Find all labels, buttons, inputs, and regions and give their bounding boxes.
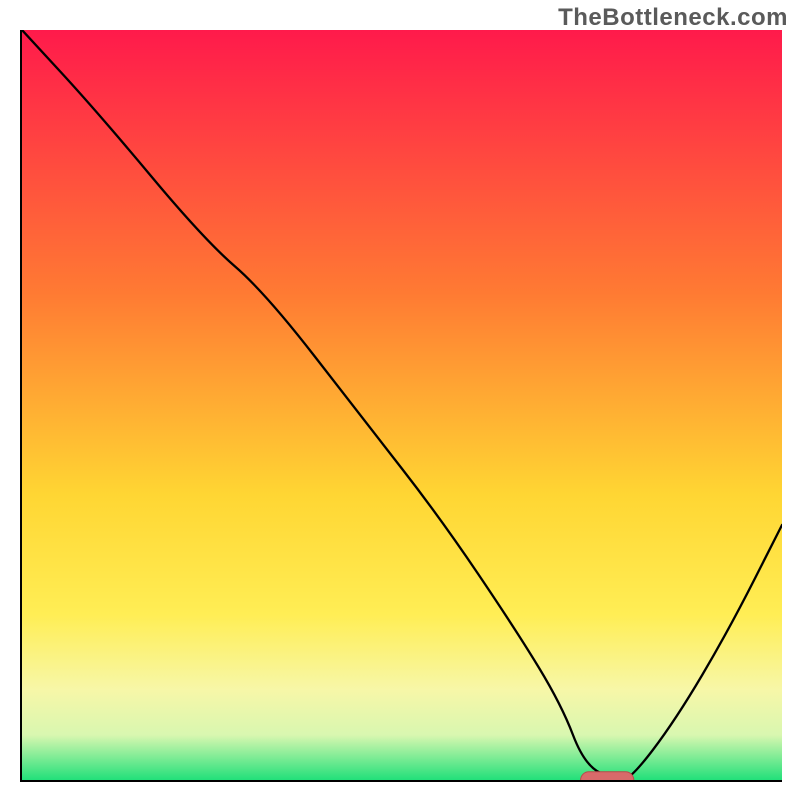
watermark-text: TheBottleneck.com [558,4,788,32]
optimal-marker [22,30,782,780]
plot-area [20,30,782,782]
chart-frame: TheBottleneck.com [0,0,800,800]
